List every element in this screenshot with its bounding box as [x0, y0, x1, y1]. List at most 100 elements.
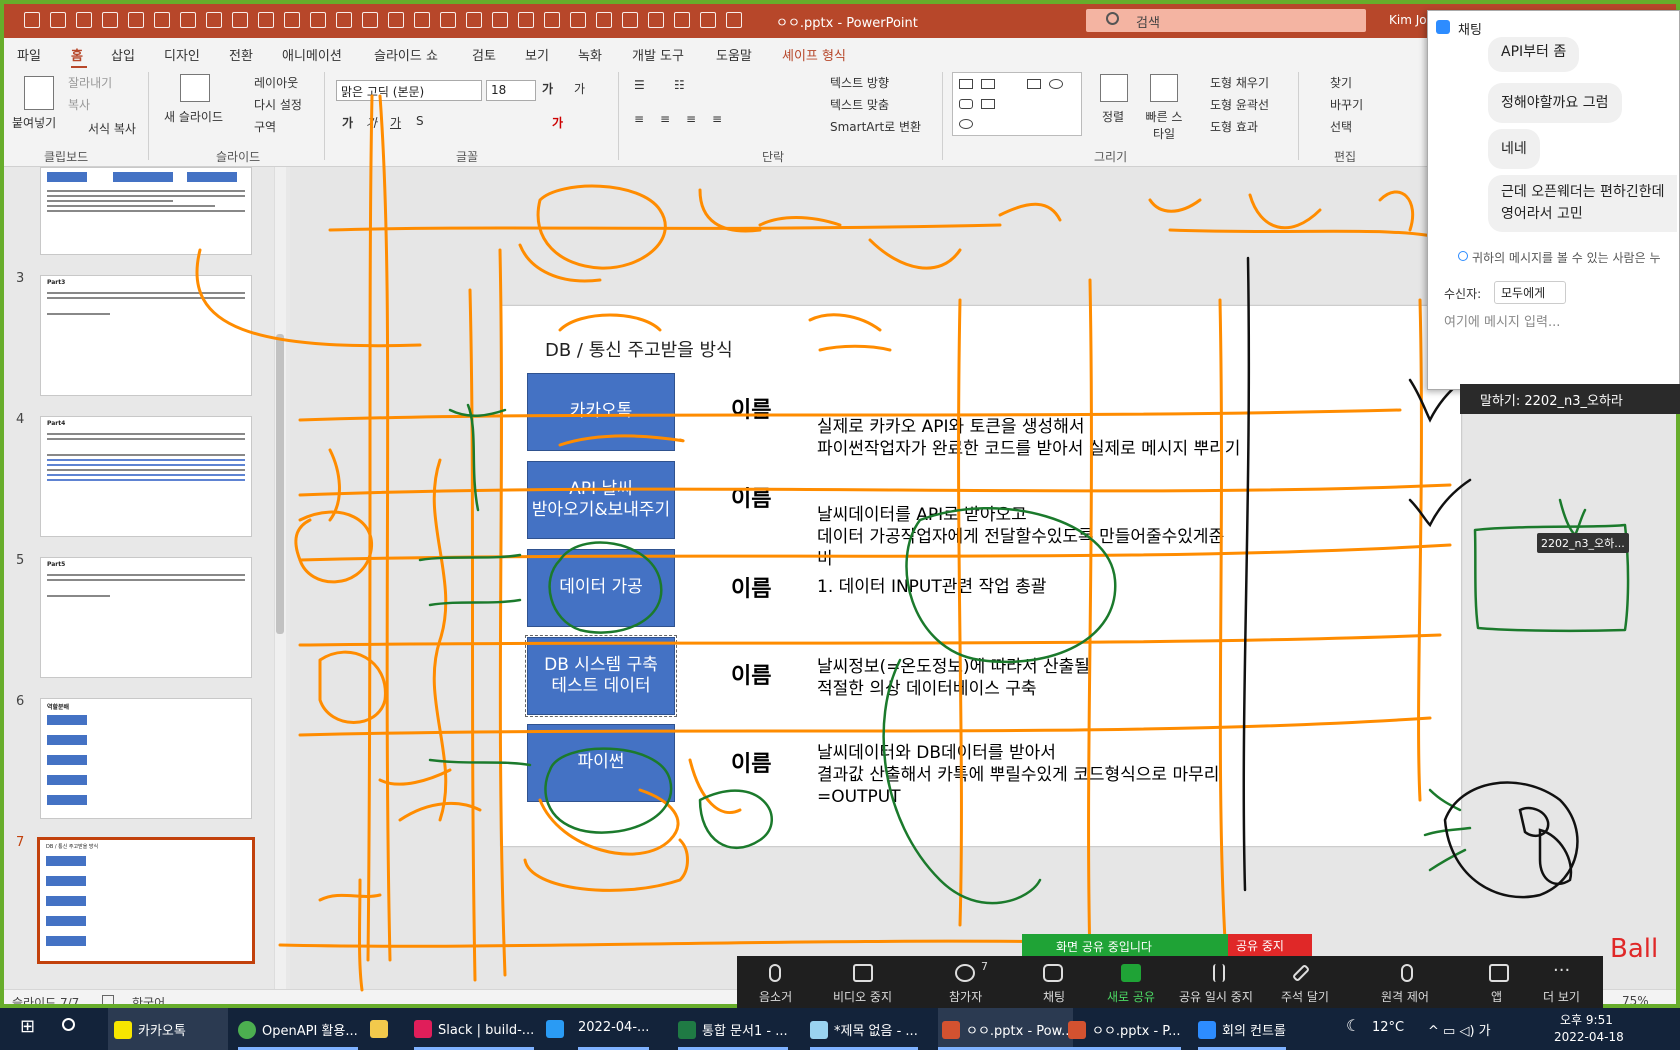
tab-design[interactable]: 디자인 — [164, 45, 200, 64]
video-camera-icon[interactable] — [853, 964, 873, 982]
language-indicator[interactable]: 한국어 — [132, 994, 165, 1004]
role-description[interactable]: 날씨정보(=온도정보)에 따라서 산출될 적절한 의상 데이터베이스 구축 — [817, 656, 1090, 700]
convert-smartart-button[interactable]: SmartArt로 변환 — [830, 118, 921, 135]
shape-icon[interactable] — [959, 119, 973, 129]
temperature[interactable]: 12°C — [1372, 1008, 1404, 1050]
section-button[interactable]: 구역 — [254, 118, 276, 135]
quick-access-icon[interactable] — [50, 12, 66, 28]
recipient-select[interactable]: 모두에게 — [1494, 281, 1567, 304]
chat-button[interactable]: 채팅 — [1043, 988, 1065, 1005]
quick-access-icon[interactable] — [544, 12, 560, 28]
justify-button[interactable]: ≡ — [712, 112, 722, 126]
taskbar-kakaotalk[interactable]: 카카오톡 — [108, 1008, 228, 1050]
quick-access-icon[interactable] — [466, 12, 482, 28]
assignee-name[interactable]: 이름 — [731, 571, 771, 603]
taskbar-vscode[interactable] — [546, 1008, 570, 1050]
more-button[interactable]: 더 보기 — [1543, 988, 1580, 1005]
quick-access-icon[interactable] — [492, 12, 508, 28]
textbox-shape-icon[interactable] — [981, 79, 995, 89]
quick-access-icon[interactable] — [154, 12, 170, 28]
weather-icon[interactable]: ☾ — [1346, 1008, 1360, 1050]
quick-access-icon[interactable] — [284, 12, 300, 28]
accessibility-icon[interactable] — [102, 995, 114, 1004]
tab-animations[interactable]: 애니메이션 — [282, 45, 342, 64]
layout-button[interactable]: 레이아웃 — [254, 74, 298, 91]
role-description[interactable]: 1. 데이터 INPUT관련 작업 총괄 — [817, 576, 1046, 598]
windows-start-icon[interactable]: ⊞ — [20, 1008, 35, 1050]
role-description[interactable]: 실제로 카카오 API와 토큰을 생성해서 파이썬작업자가 완료한 코드를 받아서… — [817, 416, 1240, 460]
chat-visibility-notice[interactable]: 귀하의 메시지를 볼 수 있는 사람은 누 — [1472, 249, 1661, 266]
tab-shape-format[interactable]: 셰이프 형식 — [782, 45, 846, 64]
quick-access-icon[interactable] — [700, 12, 716, 28]
role-box-db-system[interactable]: DB 시스템 구축 테스트 데이터 — [525, 635, 677, 717]
taskbar-search-icon[interactable] — [62, 1008, 75, 1050]
font-name-select[interactable]: 맑은 고딕 (본문) — [336, 80, 482, 101]
quick-access-icon[interactable] — [674, 12, 690, 28]
search-box[interactable]: 검색 — [1086, 9, 1366, 32]
role-description[interactable]: 날씨데이터와 DB데이터를 받아서 결과값 산출해서 카톡에 뿌릴수있게 코드형식… — [817, 742, 1219, 808]
more-icon[interactable]: ··· — [1553, 960, 1570, 981]
oval-shape-icon[interactable] — [1049, 79, 1063, 89]
quick-access-icon[interactable] — [206, 12, 222, 28]
quick-access-icon[interactable] — [388, 12, 404, 28]
select-button[interactable]: 선택 — [1330, 118, 1352, 135]
zoom-level[interactable]: 75% — [1622, 994, 1649, 1004]
shape-effects-button[interactable]: 도형 효과 — [1210, 118, 1258, 135]
tab-record[interactable]: 녹화 — [578, 45, 602, 64]
assignee-name[interactable]: 이름 — [731, 481, 771, 513]
mouse-icon[interactable] — [1401, 964, 1413, 982]
cut-button[interactable]: 잘라내기 — [68, 74, 112, 91]
quick-access-icon[interactable] — [648, 12, 664, 28]
taskbar-powerpoint-2[interactable]: ㅇㅇ.pptx - P... — [1068, 1008, 1181, 1050]
quick-access-icon[interactable] — [76, 12, 92, 28]
quick-access-icon[interactable] — [570, 12, 586, 28]
tab-review[interactable]: 검토 — [472, 45, 496, 64]
shape-outline-button[interactable]: 도형 윤곽선 — [1210, 96, 1269, 113]
quick-access-icon[interactable] — [362, 12, 378, 28]
quick-access-icon[interactable] — [232, 12, 248, 28]
strikethrough-button[interactable]: S — [416, 114, 424, 128]
taskbar-zoom-controls[interactable]: 회의 컨트롤 — [1198, 1008, 1286, 1050]
quick-styles-icon[interactable] — [1150, 74, 1178, 102]
quick-access-icon[interactable] — [102, 12, 118, 28]
stop-share-button[interactable]: 공유 중지 — [1228, 934, 1312, 956]
pause-icon[interactable] — [1213, 964, 1225, 982]
quick-access-icon[interactable] — [180, 12, 196, 28]
bold-button[interactable]: 가 — [342, 114, 353, 131]
taskbar-notepad[interactable]: *제목 없음 - ... — [810, 1008, 918, 1050]
numbering-button[interactable]: ☷ — [674, 78, 685, 92]
slide-thumbnail-5[interactable]: Part5 — [40, 557, 252, 678]
chat-message-input[interactable]: 여기에 메시지 입력... — [1444, 311, 1560, 330]
arrange-icon[interactable] — [1100, 74, 1128, 102]
assignee-name[interactable]: 이름 — [731, 746, 771, 778]
align-text-button[interactable]: 텍스트 맞춤 — [830, 96, 889, 113]
participants-icon[interactable] — [955, 964, 975, 982]
taskbar-file-explorer[interactable] — [370, 1008, 394, 1050]
slide-thumbnail-3[interactable]: Part3 — [40, 275, 252, 396]
taskbar-chrome[interactable]: OpenAPI 활용... — [238, 1008, 358, 1050]
shape-fill-button[interactable]: 도형 채우기 — [1210, 74, 1269, 91]
copy-button[interactable]: 복사 — [68, 96, 90, 113]
font-color-button[interactable]: 가 — [552, 114, 563, 131]
tab-developer[interactable]: 개발 도구 — [632, 45, 684, 64]
rectangle-shape-icon[interactable] — [1027, 79, 1041, 89]
taskbar-powerpoint-1[interactable]: ㅇㅇ.pptx - Pow... — [938, 1008, 1074, 1050]
new-share-button[interactable]: 새로 공유 — [1107, 988, 1155, 1005]
quick-access-icon[interactable] — [518, 12, 534, 28]
italic-button[interactable]: 가 — [366, 114, 377, 131]
mute-button[interactable]: 음소거 — [759, 988, 792, 1005]
chat-bubble-icon[interactable] — [1043, 964, 1063, 982]
find-button[interactable]: 찾기 — [1330, 74, 1352, 91]
apps-button[interactable]: 앱 — [1491, 988, 1502, 1005]
new-slide-button[interactable]: 새 슬라이드 — [164, 108, 223, 125]
shrink-font-button[interactable]: 가 — [574, 80, 585, 97]
align-left-button[interactable]: ≡ — [634, 112, 644, 126]
align-right-button[interactable]: ≡ — [686, 112, 696, 126]
quick-access-icon[interactable] — [622, 12, 638, 28]
format-painter-button[interactable]: 서식 복사 — [88, 120, 136, 137]
text-direction-button[interactable]: 텍스트 방향 — [830, 74, 889, 91]
bullets-button[interactable]: ☰ — [634, 78, 645, 92]
role-description[interactable]: 날씨데이터를 API로 받아오고 데이터 가공작업자에게 전달할수있도록 만들어줄… — [817, 504, 1224, 570]
rounded-rect-shape-icon[interactable] — [959, 99, 973, 109]
quick-access-icon[interactable] — [310, 12, 326, 28]
